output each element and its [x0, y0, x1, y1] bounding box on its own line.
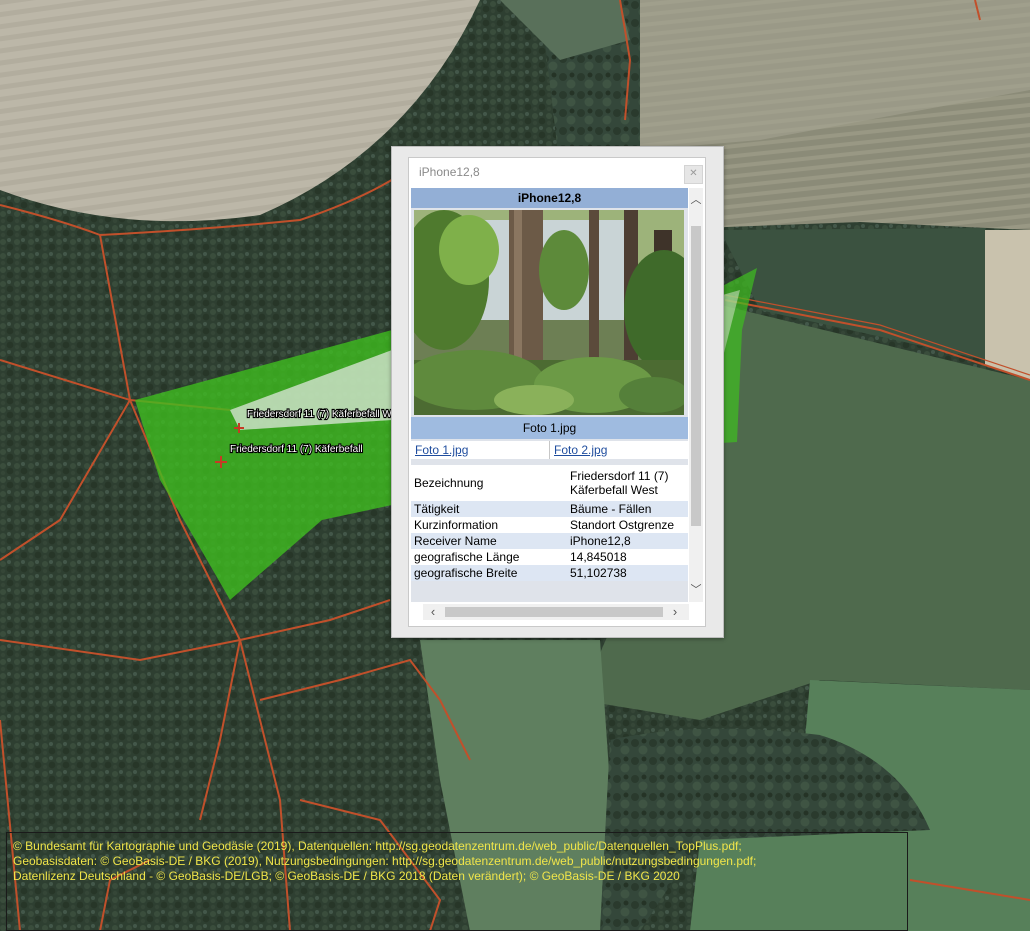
attribution-line: © Bundesamt für Kartographie und Geodäsi…	[13, 839, 742, 853]
attribution-line: Geobasisdaten: © GeoBasis-DE / BKG (2019…	[13, 854, 757, 868]
scrollbar-thumb[interactable]	[445, 607, 663, 617]
attribute-value: Standort Ostgrenze	[567, 517, 688, 533]
popup-content: iPhone12,8 Foto 1.jpg Foto 1.jpg Foto 2.…	[411, 188, 688, 602]
popup-window: iPhone12,8 ✕ iPhone12,8 Foto 1.jpg Foto …	[408, 157, 706, 627]
attribute-key: Receiver Name	[411, 533, 567, 549]
attribute-value: iPhone12,8	[567, 533, 688, 549]
chevron-up-icon[interactable]: ︿	[689, 192, 703, 208]
horizontal-scrollbar[interactable]: ‹ ›	[423, 604, 689, 620]
map-attribution: © Bundesamt für Kartographie und Geodäsi…	[6, 832, 908, 931]
close-icon[interactable]: ✕	[684, 165, 703, 184]
attribute-key: Tätigkeit	[411, 501, 567, 517]
chevron-right-icon[interactable]: ›	[667, 604, 683, 620]
photo-link-2[interactable]: Foto 2.jpg	[549, 441, 688, 459]
feature-label: Friedersdorf 11 (7) Käferbefall	[230, 444, 363, 455]
attribute-value: Friedersdorf 11 (7) Käferbefall West	[567, 465, 688, 501]
table-row: Kurzinformation Standort Ostgrenze	[411, 517, 688, 533]
photo-links: Foto 1.jpg Foto 2.jpg	[411, 441, 688, 459]
chevron-down-icon[interactable]: ﹀	[689, 582, 703, 598]
forest-photo[interactable]	[414, 210, 684, 415]
attribute-value: Bäume - Fällen	[567, 501, 688, 517]
attribute-key: Kurzinformation	[411, 517, 567, 533]
popup-header: iPhone12,8	[411, 188, 688, 208]
table-row: Bezeichnung Friedersdorf 11 (7) Käferbef…	[411, 465, 688, 501]
attribute-value: 51,102738	[567, 565, 688, 581]
table-row: geografische Länge 14,845018	[411, 549, 688, 565]
attribute-value: 14,845018	[567, 549, 688, 565]
chevron-left-icon[interactable]: ‹	[425, 604, 441, 620]
identify-popup[interactable]: iPhone12,8 ✕ iPhone12,8 Foto 1.jpg Foto …	[391, 146, 724, 638]
table-row: Tätigkeit Bäume - Fällen	[411, 501, 688, 517]
meadow-parcel	[985, 230, 1030, 380]
scrollbar-thumb[interactable]	[691, 226, 701, 526]
photo-link-1[interactable]: Foto 1.jpg	[411, 441, 549, 459]
forest-photo-image	[414, 210, 684, 415]
photo-caption: Foto 1.jpg	[411, 417, 688, 439]
attribute-table: Bezeichnung Friedersdorf 11 (7) Käferbef…	[411, 465, 688, 581]
popup-title: iPhone12,8	[419, 165, 480, 179]
table-row: geografische Breite 51,102738	[411, 565, 688, 581]
attribution-line: Datenlizenz Deutschland - © GeoBasis-DE/…	[13, 869, 680, 883]
popup-titlebar[interactable]: iPhone12,8 ✕	[409, 158, 705, 184]
table-row: Receiver Name iPhone12,8	[411, 533, 688, 549]
attribute-key: Bezeichnung	[411, 465, 567, 501]
attribute-key: geografische Länge	[411, 549, 567, 565]
feature-label: Friedersdorf 11 (7) Käferbefall We	[247, 409, 398, 420]
attribute-key: geografische Breite	[411, 565, 567, 581]
vertical-scrollbar[interactable]: ︿ ﹀	[689, 188, 703, 602]
